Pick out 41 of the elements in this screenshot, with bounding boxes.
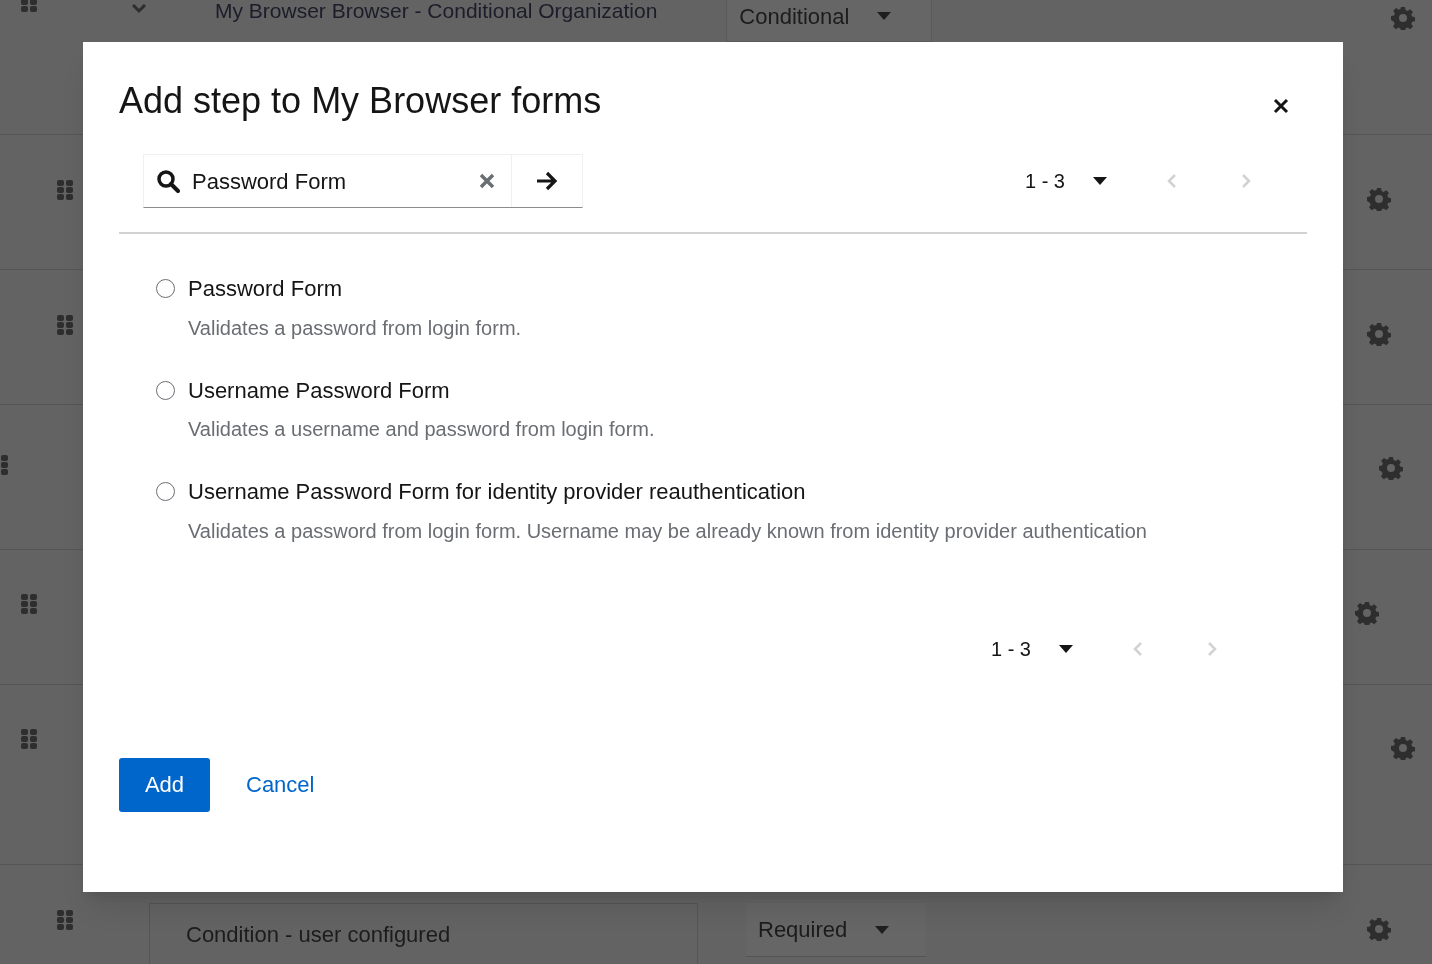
option-description: Validates a password from login form. bbox=[187, 315, 523, 341]
cancel-link[interactable]: Cancel bbox=[246, 768, 315, 801]
caret-icon bbox=[1059, 644, 1073, 653]
chevron-right-icon bbox=[1207, 640, 1217, 657]
drag-handle-icon[interactable] bbox=[57, 315, 73, 335]
settings-icon[interactable] bbox=[1367, 322, 1391, 346]
flow-title: My Browser Browser - Conditional Organization bbox=[215, 0, 658, 21]
add-button[interactable]: Add bbox=[119, 757, 210, 812]
arrow-right-icon bbox=[536, 171, 558, 191]
option-radio[interactable]: Password Form bbox=[156, 275, 1307, 303]
caret-icon bbox=[1093, 177, 1107, 185]
search-icon bbox=[156, 169, 180, 193]
settings-icon[interactable] bbox=[1355, 601, 1379, 625]
settings-icon[interactable] bbox=[1391, 736, 1415, 760]
option-radio[interactable]: Username Password Form bbox=[156, 376, 1307, 404]
pagination-dropdown[interactable]: 1 - 3 bbox=[990, 633, 1073, 664]
drag-handle-icon[interactable] bbox=[57, 910, 73, 930]
caret-icon bbox=[875, 925, 890, 934]
search-bar[interactable]: Password Form bbox=[143, 154, 583, 208]
search-field[interactable]: Password Form bbox=[192, 164, 467, 198]
chevron-left-icon bbox=[1167, 173, 1177, 189]
option-radio[interactable]: Username Password Form for identity provider reauthentication bbox=[156, 478, 1307, 506]
settings-icon[interactable] bbox=[1391, 6, 1415, 30]
close-icon bbox=[479, 173, 495, 189]
caret-icon bbox=[877, 12, 892, 20]
pagination-dropdown[interactable]: 1 - 3 bbox=[1024, 166, 1107, 196]
option-description: Validates a username and password from login form. bbox=[187, 417, 656, 442]
chevron-left-icon bbox=[1133, 640, 1143, 657]
drag-handle-icon[interactable] bbox=[21, 729, 37, 749]
clear-button[interactable] bbox=[479, 173, 495, 189]
dialog-title: Add step to My Browser forms bbox=[119, 79, 602, 123]
chevron-right-icon bbox=[1241, 173, 1251, 189]
settings-icon[interactable] bbox=[1367, 917, 1391, 941]
drag-handle-icon[interactable] bbox=[21, 594, 37, 614]
settings-icon[interactable] bbox=[1379, 456, 1403, 480]
close-icon bbox=[1273, 98, 1289, 114]
option-description: Validates a password from login form. Username may be already known from identity provider authentication bbox=[187, 518, 1148, 544]
step-name-field: Condition - user configured bbox=[149, 903, 698, 964]
settings-icon[interactable] bbox=[1367, 187, 1391, 211]
chevron-down-icon[interactable] bbox=[131, 4, 147, 14]
drag-handle-icon[interactable] bbox=[57, 180, 73, 200]
